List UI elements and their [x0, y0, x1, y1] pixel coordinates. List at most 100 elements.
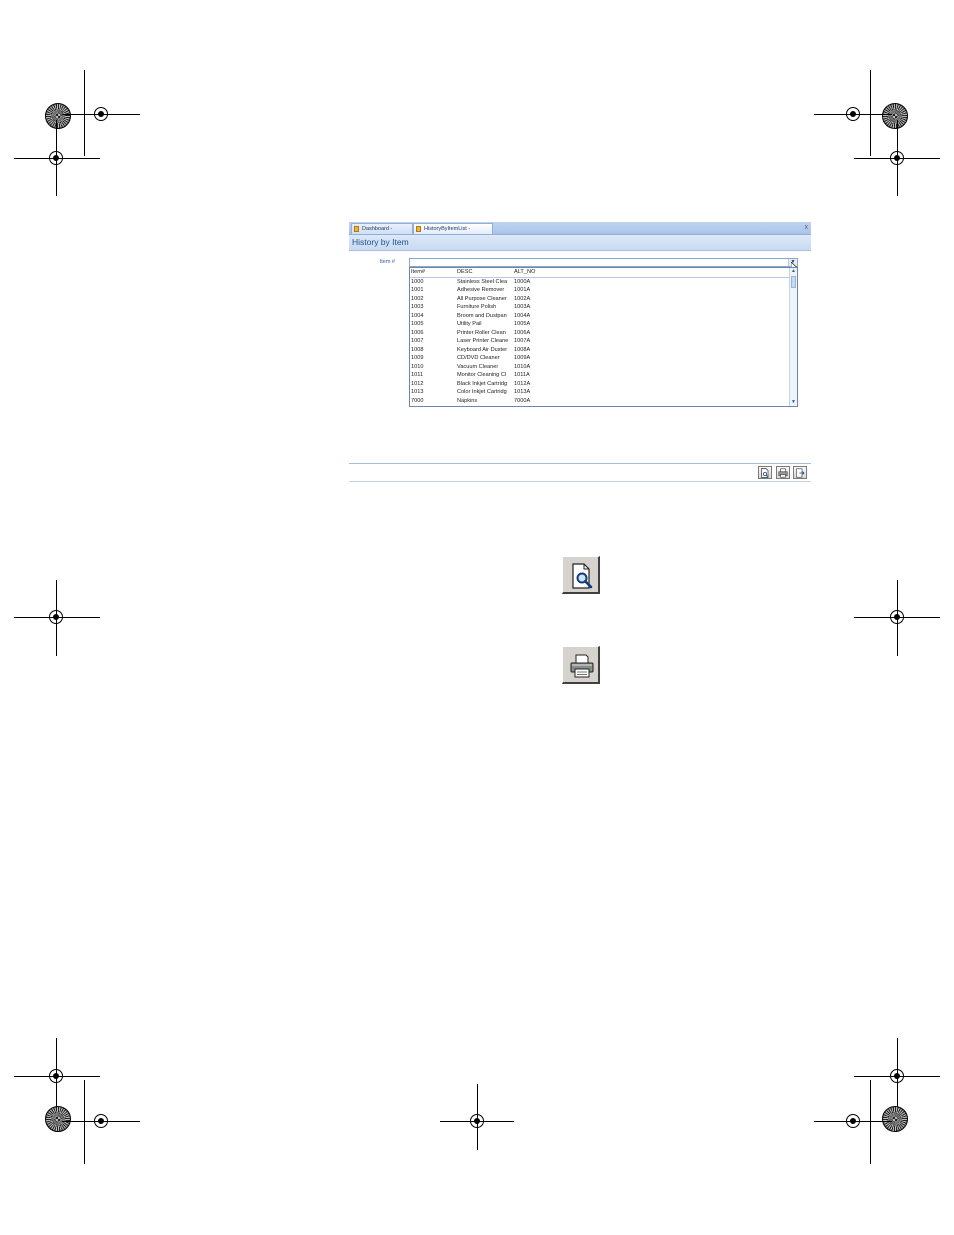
- item-number-combobox[interactable]: ▼: [409, 258, 798, 267]
- dropdown-scrollbar[interactable]: ▲ ▼: [789, 268, 797, 406]
- dropdown-row[interactable]: 1006 Printer Roller Clean 1006A: [410, 329, 797, 338]
- dropdown-cell: Printer Roller Clean: [457, 329, 506, 336]
- print-icon: [778, 468, 788, 478]
- preview-button-enlarged[interactable]: [562, 556, 600, 594]
- preview-button[interactable]: [758, 466, 772, 479]
- crosshair-target: [846, 107, 860, 121]
- dropdown-row[interactable]: 1012 Black Inkjet Cartridg 1012A: [410, 380, 797, 389]
- dropdown-cell: Vacuum Cleaner: [457, 363, 499, 370]
- dropdown-cell: Broom and Dustpan: [457, 312, 507, 319]
- tab-dashboard[interactable]: Dashboard - DEMO: [351, 223, 413, 243]
- dropdown-row[interactable]: 1009 CD/DVD Cleaner 1009A: [410, 354, 797, 363]
- dropdown-row[interactable]: 1005 Utility Pail 1005A: [410, 320, 797, 329]
- access-form-window: Dashboard - DEMO HistoryByItemList - DEM…: [349, 222, 811, 484]
- dropdown-cell: 1002: [411, 295, 424, 302]
- form-header: History by Item: [349, 235, 811, 251]
- dropdown-cell: 1012A: [514, 380, 531, 387]
- column-header: ALT_NO: [514, 269, 536, 275]
- crosshair-target: [846, 1114, 860, 1128]
- starburst-mark: [45, 1106, 71, 1132]
- dropdown-cell: 1004A: [514, 312, 531, 319]
- exit-icon: [796, 468, 805, 478]
- dropdown-cell: Monitor Cleaning Cl: [457, 372, 507, 378]
- dropdown-cell: Utility Pail: [457, 321, 482, 327]
- dropdown-cell: 1007A: [514, 338, 531, 344]
- starburst-mark: [882, 1106, 908, 1132]
- print-icon: [570, 654, 594, 678]
- dropdown-row[interactable]: 1010 Vacuum Cleaner 1010A: [410, 363, 797, 372]
- dropdown-cell: 1004: [411, 312, 424, 319]
- dropdown-cell: Napkins: [457, 397, 478, 404]
- scroll-thumb[interactable]: [791, 276, 796, 288]
- item-dropdown-list[interactable]: Item# DESC ALT_NO 1000 Stainless Steel Cl…: [409, 267, 798, 407]
- dropdown-cell: 1012: [411, 380, 424, 387]
- document-tab-bar: Dashboard - DEMO HistoryByItemList - DEM…: [349, 222, 811, 243]
- dropdown-row[interactable]: 1003 Furniture Polish 1003A: [410, 303, 797, 312]
- crosshair-target: [890, 151, 904, 165]
- tab-history-by-item[interactable]: HistoryByItemList - DEMO: [413, 223, 493, 243]
- dropdown-cell: 1011A: [514, 372, 530, 378]
- form-title: History by Item: [352, 237, 409, 247]
- scroll-up-icon[interactable]: ▲: [790, 268, 797, 275]
- dropdown-cell: 1013A: [514, 389, 531, 395]
- dropdown-row[interactable]: 1007 Laser Printer Cleane 1007A: [410, 337, 797, 346]
- item-number-label: Item #: [379, 259, 395, 265]
- dropdown-cell: 1010: [411, 363, 424, 370]
- print-button-enlarged[interactable]: [562, 646, 600, 684]
- form-bottom-border: [349, 481, 811, 482]
- crosshair-target: [470, 1114, 484, 1128]
- dropdown-cell: CD/DVD Cleaner: [457, 355, 500, 361]
- dropdown-cell: 7000: [411, 397, 424, 404]
- dropdown-row[interactable]: 1013 Color Inkjet Cartridg 1013A: [410, 388, 797, 397]
- dropdown-header-row: Item# DESC ALT_NO: [410, 268, 797, 278]
- form-icon: [354, 226, 359, 232]
- dropdown-cell: 1000: [411, 278, 424, 285]
- dropdown-cell: All Purpose Cleaner: [457, 295, 507, 302]
- dropdown-row[interactable]: 7000 Napkins 7000A: [410, 397, 797, 406]
- close-icon[interactable]: x: [805, 222, 809, 234]
- preview-icon: [761, 468, 769, 478]
- exit-button[interactable]: [793, 466, 807, 479]
- dropdown-cell: Adhesive Remover: [457, 287, 505, 293]
- starburst-mark: [882, 103, 908, 129]
- dropdown-cell: 1005: [411, 321, 424, 327]
- dropdown-row[interactable]: 1002 All Purpose Cleaner 1002A: [410, 295, 797, 304]
- dropdown-row[interactable]: 1011 Monitor Cleaning Cl 1011A: [410, 371, 797, 380]
- crosshair-target: [94, 107, 108, 121]
- print-button[interactable]: [776, 466, 790, 479]
- dropdown-cell: 1008: [411, 346, 424, 353]
- crosshair-target: [49, 610, 63, 624]
- dropdown-cell: Black Inkjet Cartridg: [457, 380, 508, 387]
- dropdown-cell: Laser Printer Cleane: [457, 338, 509, 344]
- dropdown-rows: 1000 Stainless Steel Clea 1000A 1001 Adhesiv…: [410, 278, 797, 406]
- dropdown-cell: Keyboard Air Duster: [457, 346, 508, 353]
- crosshair-target: [890, 1069, 904, 1083]
- starburst-mark: [45, 103, 71, 129]
- dropdown-cell: 1006: [411, 329, 424, 336]
- crosshair-target: [94, 1114, 108, 1128]
- dropdown-cell: 1009A: [514, 355, 531, 361]
- preview-icon: [572, 563, 593, 589]
- crosshair-target: [890, 610, 904, 624]
- dropdown-cell: 1003: [411, 304, 424, 310]
- footer-separator: [349, 463, 811, 464]
- scroll-down-icon[interactable]: ▼: [790, 399, 797, 406]
- dropdown-cell: 1013: [411, 389, 424, 395]
- dropdown-cell: Furniture Polish: [457, 304, 497, 310]
- dropdown-cell: Color Inkjet Cartridg: [457, 389, 507, 395]
- column-header: DESC: [457, 269, 473, 275]
- dropdown-row[interactable]: 1000 Stainless Steel Clea 1000A: [410, 278, 797, 287]
- dropdown-cell: 1011: [411, 372, 424, 378]
- dropdown-cell: 1000A: [514, 278, 531, 285]
- dropdown-cell: 1007: [411, 338, 424, 344]
- dropdown-row[interactable]: 1004 Broom and Dustpan 1004A: [410, 312, 797, 321]
- dropdown-cell: 1001: [411, 287, 424, 293]
- dropdown-cell: 1008A: [514, 346, 531, 353]
- dropdown-cell: 1001A: [514, 287, 531, 293]
- dropdown-cell: 1005A: [514, 321, 531, 327]
- dropdown-cell: 1002A: [514, 295, 531, 302]
- crosshair-target: [49, 151, 63, 165]
- dropdown-row[interactable]: 1008 Keyboard Air Duster 1008A: [410, 346, 797, 355]
- dropdown-cell: 7000A: [514, 397, 531, 404]
- dropdown-row[interactable]: 1001 Adhesive Remover 1001A: [410, 286, 797, 295]
